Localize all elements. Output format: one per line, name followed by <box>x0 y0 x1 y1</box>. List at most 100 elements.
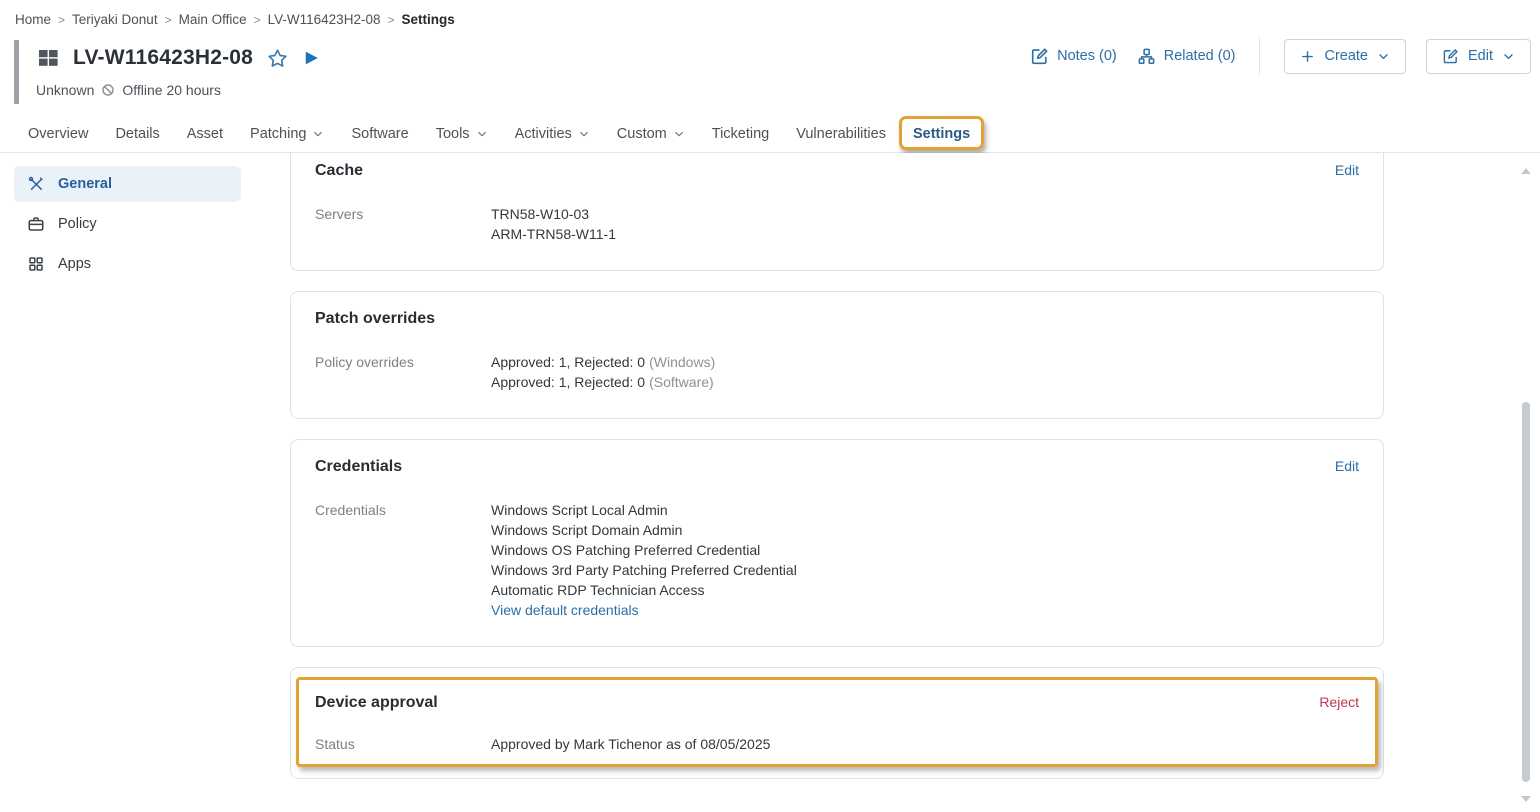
sidebar-item-label: Policy <box>58 216 97 232</box>
sidebar-item-label: Apps <box>58 256 91 272</box>
approval-status-value: Approved by Mark Tichenor as of 08/05/20… <box>491 734 770 754</box>
tab-software[interactable]: Software <box>351 126 408 142</box>
device-approval-card-title: Device approval <box>315 694 438 712</box>
header-divider <box>1259 37 1260 75</box>
reject-link[interactable]: Reject <box>1319 694 1359 710</box>
tab-label: Settings <box>913 126 970 142</box>
edit-pencil-icon <box>1442 48 1459 65</box>
device-approval-card: Device approval Reject Status Approved b… <box>290 667 1384 779</box>
notes-link[interactable]: Notes (0) <box>1030 47 1117 66</box>
view-default-credentials-link[interactable]: View default credentials <box>491 600 639 620</box>
tab-overview[interactable]: Overview <box>28 126 88 142</box>
breadcrumb-separator: > <box>387 13 394 27</box>
row-label: Status <box>315 734 491 754</box>
cache-card-title: Cache <box>315 162 363 180</box>
breadcrumb-current-page: Settings <box>401 12 454 27</box>
row-label: Credentials <box>315 500 491 620</box>
breadcrumb-separator: > <box>254 13 261 27</box>
credentials-card: Credentials Edit Credentials Windows Scr… <box>290 439 1384 647</box>
notes-icon <box>1030 47 1049 66</box>
tab-label: Custom <box>617 126 667 142</box>
override-counts: Approved: 1, Rejected: 0 <box>491 354 645 370</box>
tab-activities[interactable]: Activities <box>515 126 590 142</box>
tab-label: Tools <box>436 126 470 142</box>
approval-status-row: Status Approved by Mark Tichenor as of 0… <box>315 734 1359 754</box>
briefcase-icon <box>27 215 45 233</box>
tab-tools[interactable]: Tools <box>436 126 488 142</box>
credentials-card-title: Credentials <box>315 458 402 476</box>
related-link[interactable]: Related (0) <box>1137 47 1236 66</box>
credential-value: Windows Script Local Admin <box>491 500 797 520</box>
tab-patching[interactable]: Patching <box>250 126 324 142</box>
device-status-text: Unknown <box>36 82 94 98</box>
cache-card: Cache Edit Servers TRN58-W10-03 ARM-TRN5… <box>290 153 1384 271</box>
override-value: Approved: 1, Rejected: 0(Software) <box>491 372 715 392</box>
notes-label: Notes (0) <box>1057 48 1117 64</box>
header-actions: Notes (0) Related (0) Create Ed <box>1030 39 1531 73</box>
cache-server-value: ARM-TRN58-W11-1 <box>491 224 616 244</box>
tab-ticketing[interactable]: Ticketing <box>712 126 769 142</box>
breadcrumb-device[interactable]: LV-W116423H2-08 <box>268 12 381 27</box>
favorite-star-button[interactable] <box>266 47 289 70</box>
credential-value: Automatic RDP Technician Access <box>491 580 797 600</box>
row-label: Policy overrides <box>315 352 491 392</box>
create-button-label: Create <box>1324 48 1368 64</box>
cache-edit-link[interactable]: Edit <box>1335 162 1359 178</box>
credential-value: Windows Script Domain Admin <box>491 520 797 540</box>
cache-servers-row: Servers TRN58-W10-03 ARM-TRN58-W11-1 <box>315 204 1359 244</box>
override-counts: Approved: 1, Rejected: 0 <box>491 374 645 390</box>
tab-label: Details <box>115 126 159 142</box>
chevron-down-icon <box>312 128 324 140</box>
chevron-down-icon <box>476 128 488 140</box>
policy-overrides-row: Policy overrides Approved: 1, Rejected: … <box>315 352 1359 392</box>
credential-value: Windows OS Patching Preferred Credential <box>491 540 797 560</box>
create-button[interactable]: Create <box>1284 39 1406 74</box>
override-value: Approved: 1, Rejected: 0(Windows) <box>491 352 715 372</box>
related-hierarchy-icon <box>1137 47 1156 66</box>
breadcrumb-separator: > <box>165 13 172 27</box>
device-tab-bar: Overview Details Asset Patching Software… <box>0 115 1540 153</box>
cache-server-value: TRN58-W10-03 <box>491 204 616 224</box>
chevron-down-icon <box>673 128 685 140</box>
page-title: LV-W116423H2-08 <box>73 46 253 70</box>
breadcrumb-home[interactable]: Home <box>15 12 51 27</box>
sidebar-item-apps[interactable]: Apps <box>14 246 241 282</box>
breadcrumb-separator: > <box>58 13 65 27</box>
chevron-down-icon <box>1502 50 1515 63</box>
sidebar-item-policy[interactable]: Policy <box>14 206 241 242</box>
breadcrumb-location[interactable]: Main Office <box>179 12 247 27</box>
override-category: (Windows) <box>649 354 715 370</box>
patch-overrides-card: Patch overrides Policy overrides Approve… <box>290 291 1384 419</box>
windows-os-icon <box>36 46 60 70</box>
scroll-up-arrow[interactable] <box>1521 168 1531 174</box>
credentials-edit-link[interactable]: Edit <box>1335 458 1359 474</box>
settings-sidebar: General Policy Apps <box>14 166 241 286</box>
tab-settings[interactable]: Settings <box>913 126 970 142</box>
tab-label: Vulnerabilities <box>796 126 886 142</box>
override-category: (Software) <box>649 374 714 390</box>
tab-label: Ticketing <box>712 126 769 142</box>
offline-duration-text: Offline 20 hours <box>122 82 221 98</box>
vertical-scrollbar <box>1520 158 1532 804</box>
chevron-down-icon <box>578 128 590 140</box>
tab-label: Overview <box>28 126 88 142</box>
offline-icon <box>101 83 115 97</box>
scrollbar-thumb[interactable] <box>1522 402 1530 782</box>
run-play-button[interactable] <box>302 49 320 67</box>
tools-icon <box>27 175 45 193</box>
title-accent-bar <box>14 40 19 104</box>
sidebar-item-general[interactable]: General <box>14 166 241 202</box>
edit-button[interactable]: Edit <box>1426 39 1531 74</box>
credentials-row: Credentials Windows Script Local Admin W… <box>315 500 1359 620</box>
related-label: Related (0) <box>1164 48 1236 64</box>
tab-vulnerabilities[interactable]: Vulnerabilities <box>796 126 886 142</box>
sidebar-item-label: General <box>58 176 112 192</box>
tab-details[interactable]: Details <box>115 126 159 142</box>
plus-icon <box>1300 49 1315 64</box>
scroll-down-arrow[interactable] <box>1521 796 1531 802</box>
tab-asset[interactable]: Asset <box>187 126 223 142</box>
tab-label: Activities <box>515 126 572 142</box>
tab-label: Asset <box>187 126 223 142</box>
breadcrumb-organization[interactable]: Teriyaki Donut <box>72 12 158 27</box>
tab-custom[interactable]: Custom <box>617 126 685 142</box>
